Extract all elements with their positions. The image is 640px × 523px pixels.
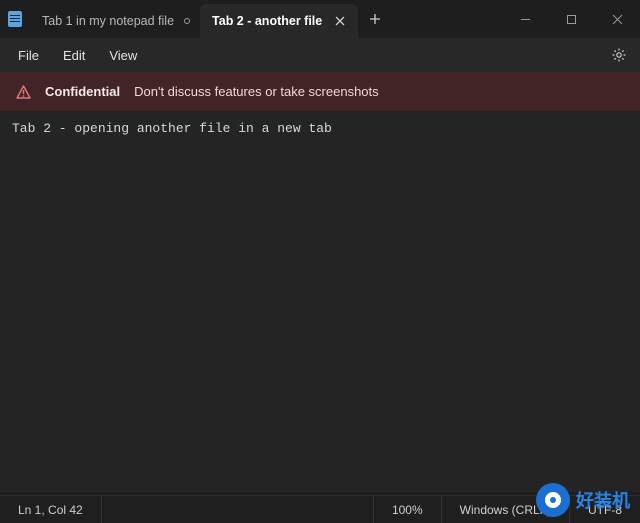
warning-icon bbox=[16, 85, 31, 99]
tab-label: Tab 2 - another file bbox=[212, 14, 322, 28]
minimize-button[interactable] bbox=[502, 0, 548, 38]
maximize-button[interactable] bbox=[548, 0, 594, 38]
close-tab-icon[interactable] bbox=[332, 13, 348, 29]
app-icon bbox=[0, 0, 30, 38]
status-zoom[interactable]: 100% bbox=[374, 496, 442, 523]
banner-message: Don't discuss features or take screensho… bbox=[134, 84, 379, 99]
menu-edit[interactable]: Edit bbox=[51, 42, 97, 69]
titlebar-drag-region bbox=[392, 0, 502, 38]
close-window-button[interactable] bbox=[594, 0, 640, 38]
modified-indicator-icon bbox=[184, 18, 190, 24]
notepad-icon bbox=[8, 11, 22, 27]
gear-icon bbox=[611, 47, 627, 63]
menu-file[interactable]: File bbox=[6, 42, 51, 69]
banner-title: Confidential bbox=[45, 84, 120, 99]
tab-1[interactable]: Tab 1 in my notepad file bbox=[30, 4, 200, 38]
new-tab-button[interactable] bbox=[358, 0, 392, 38]
confidential-banner: Confidential Don't discuss features or t… bbox=[0, 72, 640, 111]
status-encoding[interactable]: UTF-8 bbox=[570, 496, 640, 523]
tab-2[interactable]: Tab 2 - another file bbox=[200, 4, 358, 38]
status-position[interactable]: Ln 1, Col 42 bbox=[0, 496, 102, 523]
statusbar: Ln 1, Col 42 100% Windows (CRLF) UTF-8 bbox=[0, 495, 640, 523]
titlebar: Tab 1 in my notepad file Tab 2 - another… bbox=[0, 0, 640, 38]
window-controls bbox=[502, 0, 640, 38]
menubar: File Edit View bbox=[0, 38, 640, 72]
tab-label: Tab 1 in my notepad file bbox=[42, 14, 174, 28]
status-line-ending[interactable]: Windows (CRLF) bbox=[442, 496, 570, 523]
menu-view[interactable]: View bbox=[97, 42, 149, 69]
tabstrip: Tab 1 in my notepad file Tab 2 - another… bbox=[30, 0, 358, 38]
settings-button[interactable] bbox=[604, 47, 634, 63]
editor-area[interactable]: Tab 2 - opening another file in a new ta… bbox=[0, 111, 640, 492]
status-spacer bbox=[102, 496, 374, 523]
